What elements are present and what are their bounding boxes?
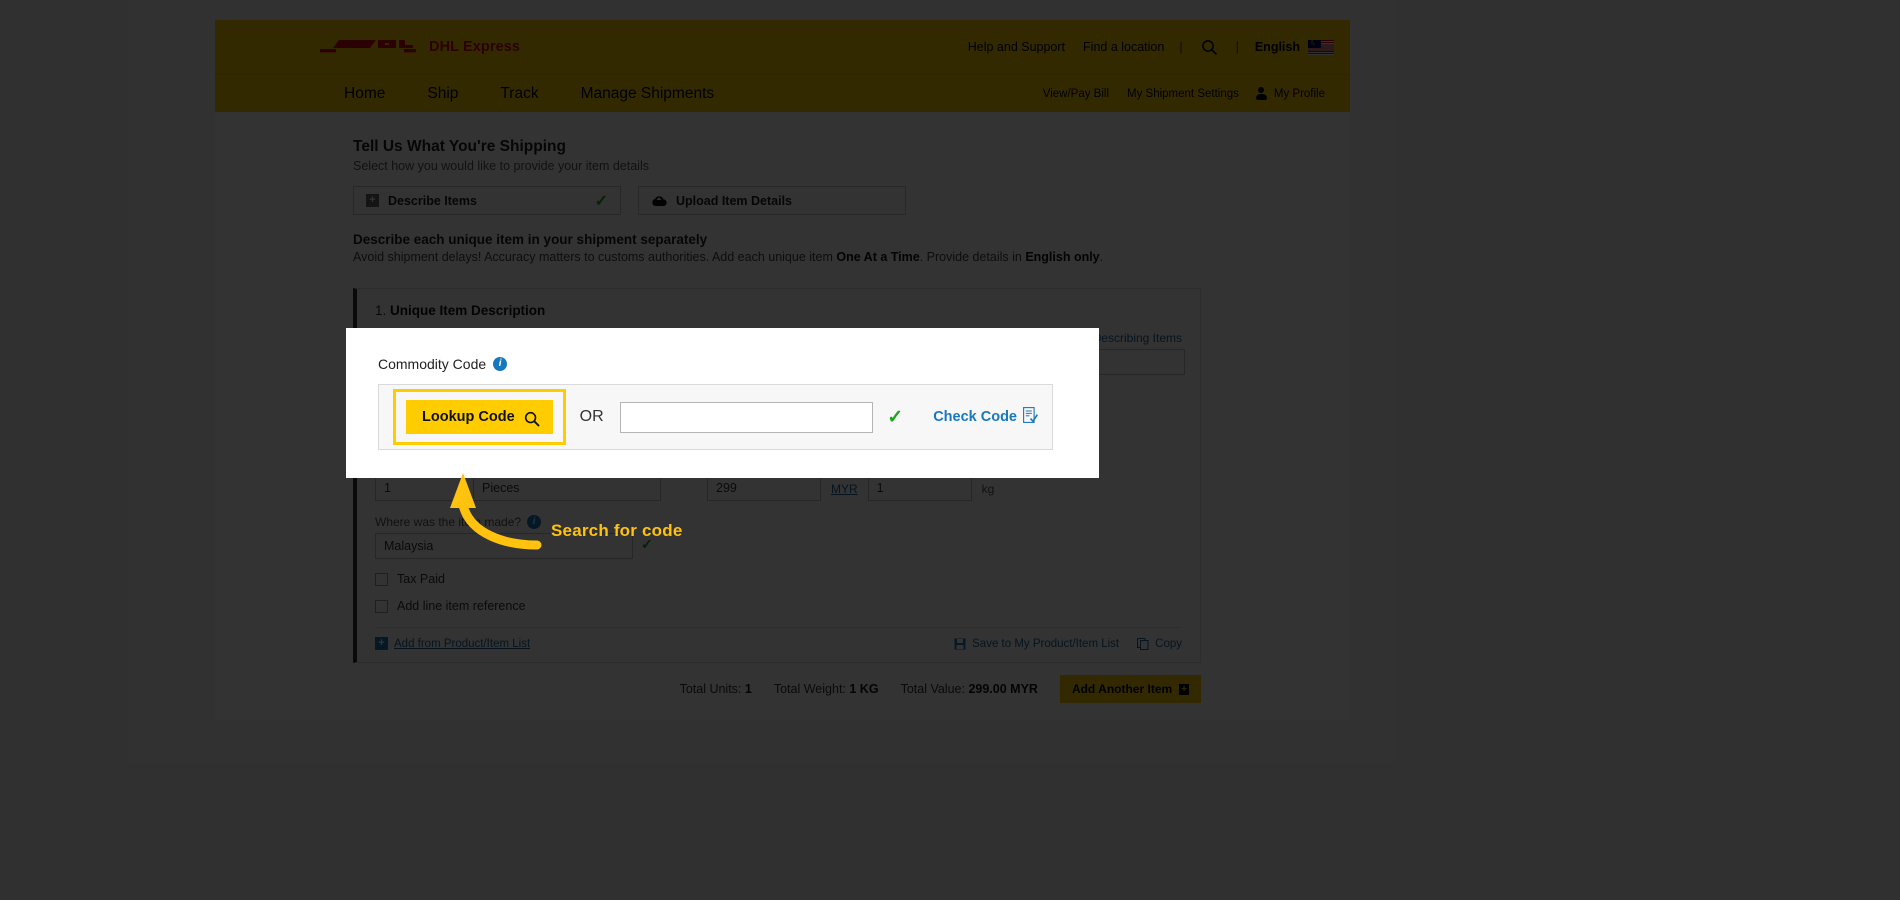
describe-text-3: . (1099, 250, 1104, 264)
weight-unit-label: kg (981, 482, 995, 496)
choice-upload-item-details-label: Upload Item Details (676, 193, 792, 208)
my-profile-label: My Profile (1273, 87, 1325, 100)
total-weight: Total Weight: 1 KG (774, 682, 879, 696)
total-value: Total Value: 299.00 MYR (901, 682, 1038, 696)
main-nav: Home Ship Track Manage Shipments View/Pa… (215, 74, 1350, 112)
commodity-code-label: Commodity Code (378, 356, 487, 372)
lookup-code-button[interactable]: Lookup Code (406, 400, 553, 434)
brand-logo-group[interactable]: DHL Express (320, 36, 520, 57)
describe-text-1: Avoid shipment delays! Accuracy matters … (353, 250, 837, 264)
total-weight-label: Total Weight: (773, 682, 846, 696)
main-nav-account-items: View/Pay Bill My Shipment Settings My Pr… (1034, 87, 1334, 100)
lookup-code-label: Lookup Code (422, 409, 515, 425)
total-units-label: Total Units: (679, 682, 742, 696)
plus-square-icon: + (366, 194, 379, 207)
checkbox-add-line-item-reference-label: Add line item reference (397, 599, 526, 613)
info-icon[interactable]: i (493, 357, 508, 371)
plus-square-icon: + (375, 637, 388, 650)
header-separator-1: | (1179, 40, 1183, 54)
main-nav-items: Home Ship Track Manage Shipments (323, 85, 735, 103)
add-another-item-label: Add Another Item (1071, 682, 1173, 696)
header-utility-nav: Help and Support Find a location | | Eng… (959, 20, 1334, 74)
or-label: OR (579, 408, 604, 425)
page-subtitle: Select how you would like to provide you… (353, 159, 649, 173)
info-icon[interactable]: i (527, 515, 542, 529)
value-input[interactable]: 299 (707, 475, 821, 501)
describe-text-2: . Provide details in (919, 250, 1026, 264)
save-icon (954, 638, 966, 649)
checkbox-input[interactable] (375, 599, 388, 613)
cloud-upload-icon (651, 195, 667, 207)
describe-heading: Describe each unique item in your shipme… (353, 232, 708, 247)
origin-label: Where was the item made? (375, 515, 522, 529)
nav-item-track[interactable]: Track (479, 85, 559, 103)
document-check-icon (1023, 407, 1039, 427)
total-weight-value: 1 KG (849, 682, 879, 696)
item-card-number: 1. (375, 303, 387, 318)
copy-icon (1137, 637, 1149, 650)
total-value-label: Total Value: (900, 682, 965, 696)
search-icon[interactable] (1189, 39, 1230, 56)
total-value-value: 299.00 MYR (968, 682, 1038, 696)
nav-item-manage-shipments[interactable]: Manage Shipments (560, 85, 736, 103)
describe-bold-2: English only (1025, 250, 1100, 264)
page-title: Tell Us What You're Shipping (353, 138, 566, 155)
lookup-code-highlight: Lookup Code (393, 389, 566, 445)
annotation-text: Search for code (551, 521, 683, 540)
total-units-value: 1 (744, 682, 752, 696)
nav-item-my-profile[interactable]: My Profile (1248, 87, 1334, 100)
brand-name: DHL Express (429, 38, 521, 55)
origin-label-row: Where was the item made? i (375, 515, 1182, 529)
copy-button[interactable]: Copy (1137, 637, 1182, 650)
header-link-find-a-location[interactable]: Find a location (1074, 40, 1173, 54)
describe-bold-1: One At a Time (836, 250, 920, 264)
totals-row: Total Units: 1 Total Weight: 1 KG Total … (353, 675, 1201, 703)
commodity-code-field-group: Lookup Code OR ✓ Check Code (378, 384, 1053, 450)
origin-field-group: Where was the item made? i Malaysia ✓ (375, 515, 1182, 559)
person-icon (1255, 87, 1267, 100)
checkbox-input[interactable] (375, 572, 388, 586)
choice-describe-items[interactable]: + Describe Items ✓ (353, 186, 621, 215)
checkbox-tax-paid-label: Tax Paid (397, 572, 445, 586)
site-header: DHL Express Help and Support Find a loca… (215, 20, 1350, 74)
check-icon: ✓ (887, 406, 904, 428)
weight-input[interactable]: 1 (867, 475, 972, 501)
save-to-product-item-list-button[interactable]: Save to My Product/Item List (954, 638, 1119, 650)
quantity-input[interactable]: 1 (375, 475, 463, 501)
nav-item-my-shipment-settings[interactable]: My Shipment Settings (1118, 88, 1248, 100)
commodity-code-input[interactable] (619, 401, 874, 433)
header-link-help-and-support[interactable]: Help and Support (959, 40, 1074, 54)
choice-upload-item-details[interactable]: Upload Item Details (638, 186, 906, 215)
check-code-label: Check Code (933, 409, 1017, 425)
check-code-link[interactable]: Check Code (933, 407, 1039, 427)
language-selector[interactable]: English (1245, 40, 1308, 54)
malaysia-flag-icon[interactable] (1308, 39, 1334, 55)
checkbox-add-line-item-reference[interactable]: Add line item reference (375, 599, 1182, 613)
search-icon (524, 411, 540, 427)
save-to-product-item-list-label: Save to My Product/Item List (972, 637, 1120, 650)
add-from-product-item-list-label: Add from Product/Item List (394, 637, 531, 650)
nav-item-view-pay-bill[interactable]: View/Pay Bill (1034, 88, 1118, 100)
check-icon: ✓ (594, 192, 608, 210)
nav-item-ship[interactable]: Ship (406, 85, 479, 103)
add-from-product-item-list-button[interactable]: + Add from Product/Item List (375, 637, 530, 650)
shipping-method-choices: + Describe Items ✓ Upload Item Details (353, 186, 1215, 215)
commodity-code-spotlight: Commodity Code i Lookup Code OR ✓ Check … (346, 328, 1099, 478)
checkbox-tax-paid[interactable]: Tax Paid (375, 572, 1182, 586)
plus-square-icon: + (1179, 683, 1189, 695)
currency-link[interactable]: MYR (831, 482, 858, 501)
describe-paragraph: Avoid shipment delays! Accuracy matters … (353, 250, 1215, 264)
choice-describe-items-label: Describe Items (388, 193, 477, 208)
add-another-item-button[interactable]: Add Another Item + (1059, 675, 1201, 703)
item-card-footer: + Add from Product/Item List Save to My … (375, 627, 1182, 650)
item-card-heading: 1. Unique Item Description (375, 303, 1182, 318)
dhl-logo-icon (320, 36, 416, 57)
commodity-code-label-row: Commodity Code i (378, 356, 1099, 372)
unit-select[interactable]: Pieces (473, 475, 661, 501)
nav-item-home[interactable]: Home (323, 85, 406, 103)
item-card-title: Unique Item Description (390, 303, 546, 318)
total-units: Total Units: 1 (680, 682, 752, 696)
header-separator-2: | (1235, 40, 1239, 54)
copy-label: Copy (1155, 637, 1182, 650)
